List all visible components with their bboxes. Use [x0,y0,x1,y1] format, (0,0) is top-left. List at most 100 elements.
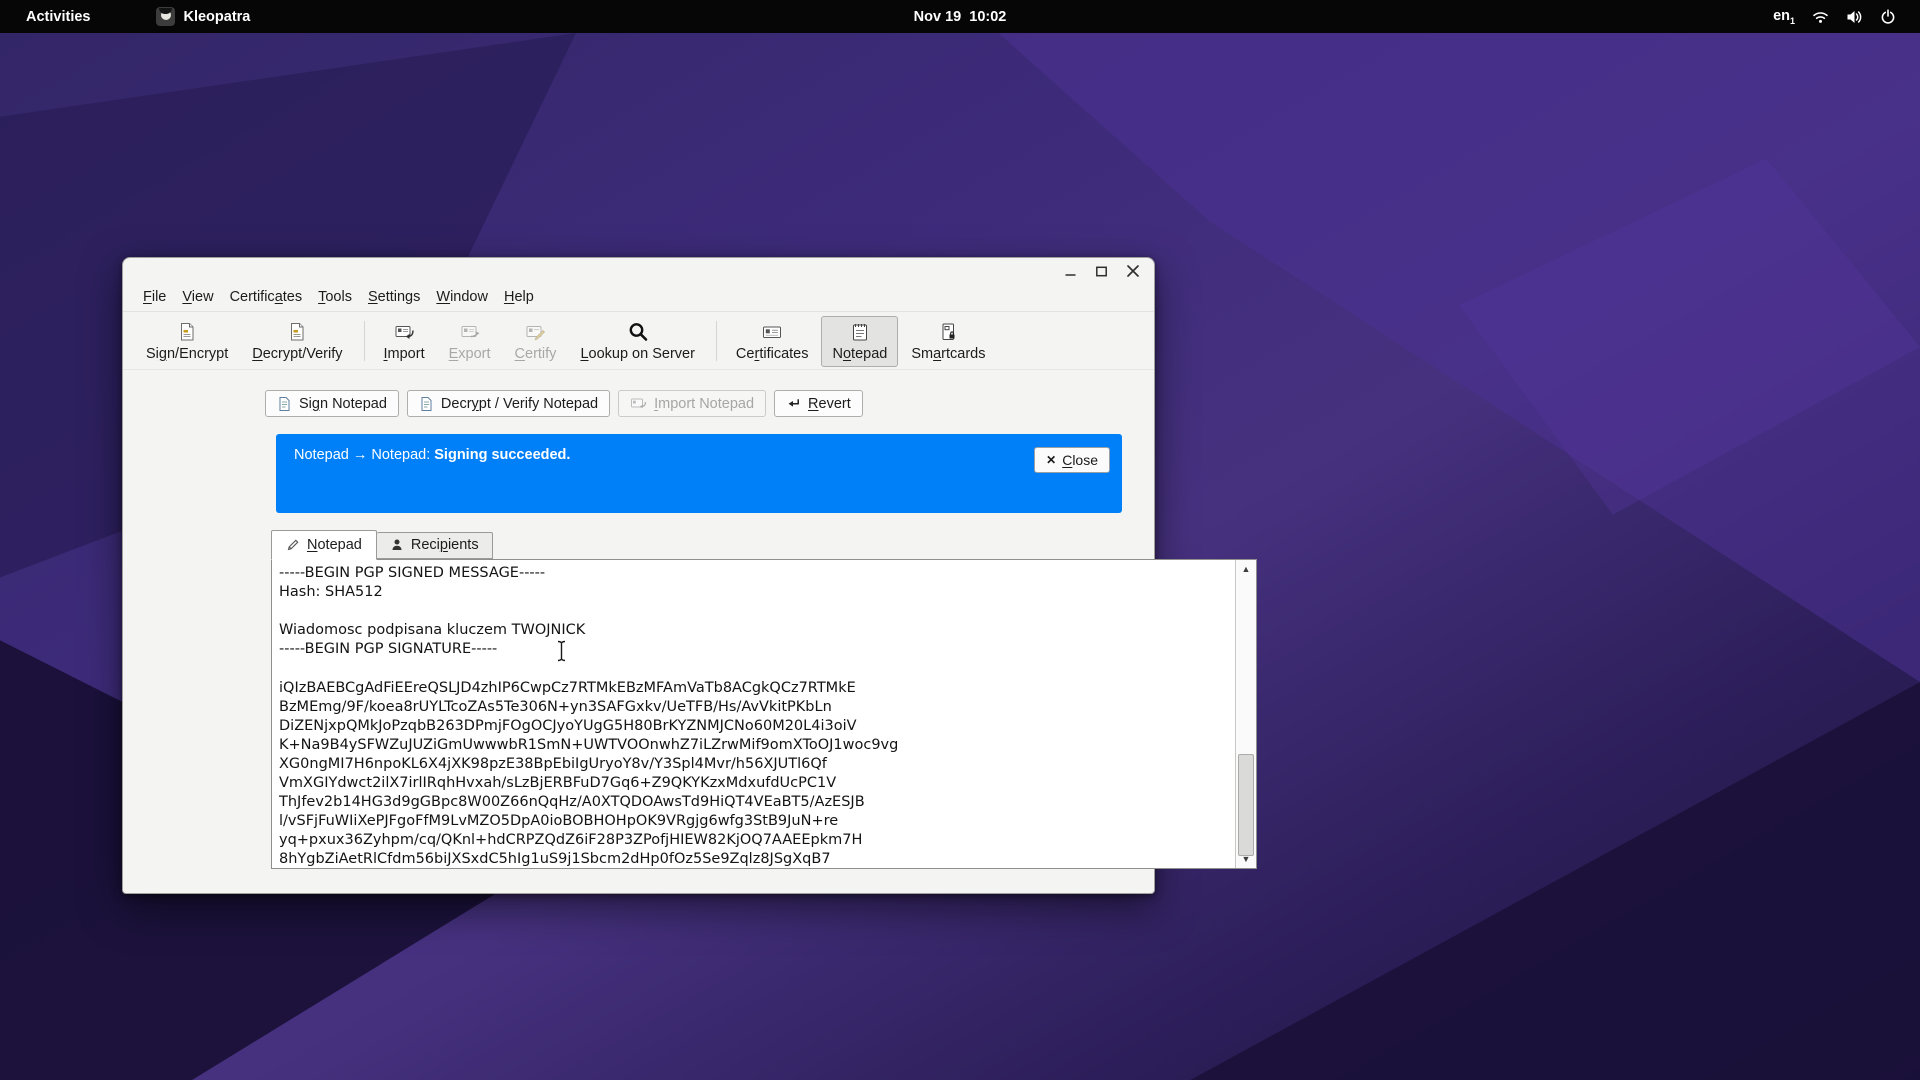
certificates-icon [761,321,783,343]
keyboard-layout-sub: 1 [1790,15,1795,25]
menu-view[interactable]: View [174,286,221,308]
lookup-server-icon [627,321,649,343]
notepad-line: -----BEGIN PGP SIGNED MESSAGE----- [279,564,1228,583]
tab-recipients[interactable]: Recipients [377,532,493,559]
banner-message: Notepad → Notepad: Signing succeeded. [294,447,570,463]
activities-button[interactable]: Activities [12,0,104,33]
tab-recipients-label: Recipients [411,537,479,553]
tab-bar: Notepad Recipients [271,530,493,559]
toolbar-smartcards-label: Smartcards [911,346,985,362]
sign-document-icon [277,396,292,412]
banner-message-bold: Signing succeeded. [434,447,570,463]
toolbar-certificates-label: Certificates [736,346,809,362]
notepad-line: VmXGIYdwct2ilX7irlIRqhHvxah/sLzBjERBFuD7… [279,774,1228,793]
banner-close-label: Close [1062,452,1098,468]
notepad-line: ThJfev2b14HG3d9gGBpc8W00Z66nQqHz/A0XTQDO… [279,793,1228,812]
certify-icon [524,321,546,343]
notepad-line: yq+pxux36Zyhpm/cq/QKnl+hdCRPZQdZ6iF28P3Z… [279,831,1228,850]
import-notepad-button: Import Notepad [618,390,766,417]
focused-app-menu[interactable]: Kleopatra [156,7,250,26]
toolbar-smartcards[interactable]: Smartcards [900,316,996,367]
banner-message-prefix: Notepad → Notepad: [294,447,430,463]
revert-arrow-icon [786,396,801,411]
toolbar-export: Export [438,316,502,367]
gnome-top-bar: Activities Kleopatra Nov 19 10:02 en1 [0,0,1920,33]
kleopatra-app-icon [156,7,175,26]
toolbar-separator [364,321,365,361]
clock-button[interactable]: Nov 19 10:02 [914,0,1007,33]
menu-tools[interactable]: Tools [310,286,360,308]
toolbar-notepad[interactable]: Notepad [821,316,898,367]
toolbar: Sign/Encrypt Decrypt/Verify Import Expor… [123,313,1154,370]
toolbar-decrypt-verify-label: Decrypt/Verify [252,346,342,362]
toolbar-sign-encrypt[interactable]: Sign/Encrypt [135,316,239,367]
maximize-button[interactable] [1093,263,1110,280]
wifi-icon[interactable] [1812,9,1829,25]
menu-bar: File View Certificates Tools Settings Wi… [123,283,1154,312]
notepad-line [279,602,1228,621]
notepad-line: Hash: SHA512 [279,583,1228,602]
scroll-down-icon[interactable]: ▼ [1236,851,1256,867]
keyboard-layout-text: en [1773,8,1790,24]
toolbar-separator [716,321,717,361]
notepad-line: K+Na9B4ySFWZuJUZiGmUwwwbR1SmN+UWTVOOnwhZ… [279,736,1228,755]
decrypt-verify-icon [286,321,308,343]
toolbar-certify: Certify [504,316,568,367]
notepad-line: l/vSFjFuWIiXePJFgoFfM9LvMZO5DpA0ioBOBHOH… [279,812,1228,831]
toolbar-export-label: Export [449,346,491,362]
toolbar-certificates[interactable]: Certificates [725,316,820,367]
import-certificate-icon [393,321,415,343]
toolbar-import-label: Import [384,346,425,362]
scrollbar-thumb[interactable] [1238,754,1254,856]
user-icon [390,538,404,552]
sign-encrypt-icon [176,321,198,343]
menu-certificates[interactable]: Certificates [222,286,311,308]
menu-help[interactable]: Help [496,286,542,308]
notepad-line: iQIzBAEBCgAdFiEEreQSLJD4zhIP6CwpCz7RTMkE… [279,679,1228,698]
menu-file[interactable]: File [135,286,174,308]
close-icon: ✕ [1046,453,1056,467]
notepad-line: -----BEGIN PGP SIGNATURE----- [279,640,1228,659]
minimize-button[interactable] [1062,263,1079,280]
notepad-line: 8hYgbZiAetRlCfdm56biJXSxdC5hIg1uS9j1Sbcm… [279,850,1228,868]
sign-notepad-label: Sign Notepad [299,396,387,412]
edit-pencil-icon [286,538,300,552]
notepad-action-row: Sign Notepad Decrypt / Verify Notepad Im… [265,390,863,417]
power-icon[interactable] [1880,9,1896,25]
close-window-icon[interactable] [1124,263,1141,280]
decrypt-verify-notepad-label: Decrypt / Verify Notepad [441,396,598,412]
keyboard-layout-indicator[interactable]: en1 [1773,8,1795,26]
toolbar-lookup-on-server[interactable]: Lookup on Server [569,316,705,367]
revert-button[interactable]: Revert [774,390,863,417]
window-titlebar[interactable] [123,258,1154,284]
import-notepad-label: Import Notepad [654,396,754,412]
toolbar-certify-label: Certify [515,346,557,362]
toolbar-decrypt-verify[interactable]: Decrypt/Verify [241,316,353,367]
notepad-line: DiZENjxpQMkJoPzqbB263DPmjFOgOCJyoYUgG5H8… [279,717,1228,736]
toolbar-lookup-label: Lookup on Server [580,346,694,362]
sign-notepad-button[interactable]: Sign Notepad [265,390,399,417]
notepad-line: BzMEmg/9F/koea8rUYLTcoZAs5Te306N+yn3SAFG… [279,698,1228,717]
decrypt-verify-notepad-button[interactable]: Decrypt / Verify Notepad [407,390,610,417]
import-notepad-icon [630,396,647,411]
info-banner: Notepad → Notepad: Signing succeeded. ✕ … [276,434,1122,513]
notepad-lines[interactable]: -----BEGIN PGP SIGNED MESSAGE-----Hash: … [272,560,1235,868]
tab-notepad[interactable]: Notepad [271,530,377,560]
vertical-scrollbar[interactable]: ▲ ▼ [1235,560,1256,868]
toolbar-sign-encrypt-label: Sign/Encrypt [146,346,228,362]
notepad-line: XG0ngMI7H6npoKL6X4jXK98pzE38BpEbiIgUryoY… [279,755,1228,774]
banner-close-button[interactable]: ✕ Close [1034,447,1110,473]
scroll-up-icon[interactable]: ▲ [1236,561,1256,577]
notepad-icon [849,321,871,343]
volume-icon[interactable] [1846,9,1863,25]
menu-settings[interactable]: Settings [360,286,428,308]
kleopatra-window: File View Certificates Tools Settings Wi… [122,257,1155,894]
focused-app-name: Kleopatra [183,9,250,25]
revert-label: Revert [808,396,851,412]
verify-document-icon [419,396,434,412]
menu-window[interactable]: Window [428,286,496,308]
toolbar-import[interactable]: Import [373,316,436,367]
smartcards-icon [937,321,959,343]
notepad-line: Wiadomosc podpisana kluczem TWOJNICK [279,621,1228,640]
notepad-editor[interactable]: -----BEGIN PGP SIGNED MESSAGE-----Hash: … [271,559,1257,869]
